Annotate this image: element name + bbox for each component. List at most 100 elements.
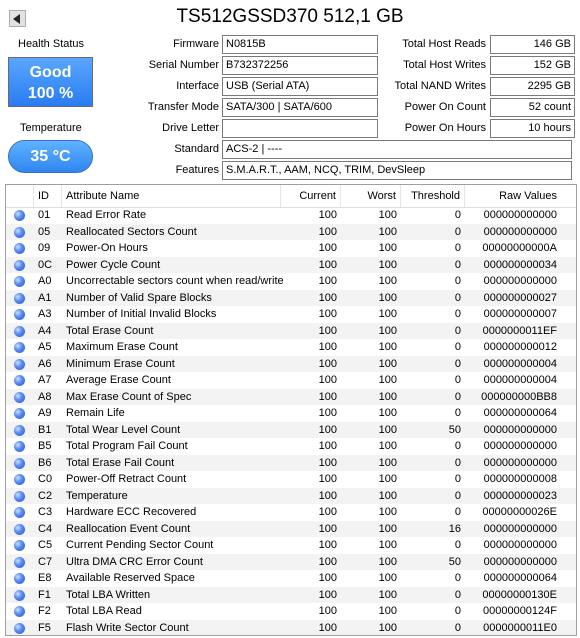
table-row[interactable]: A4 Total Erase Count 100 100 0 0000000011EF bbox=[6, 322, 576, 339]
attr-current: 100 bbox=[318, 275, 337, 287]
table-row[interactable]: C4 Reallocation Event Count 100 100 16 000000… bbox=[6, 520, 576, 537]
attr-threshold: 0 bbox=[454, 605, 461, 617]
attr-worst: 100 bbox=[378, 275, 397, 287]
attr-name: Total Wear Level Count bbox=[66, 423, 181, 436]
interface-field: USB (Serial ATA) bbox=[222, 77, 378, 96]
status-dot-icon bbox=[14, 556, 25, 568]
attr-current: 100 bbox=[318, 374, 337, 386]
table-row[interactable]: C3 Hardware ECC Recovered 100 100 0 000000000… bbox=[6, 504, 576, 521]
attr-raw: 00000000026E bbox=[482, 506, 557, 518]
attr-raw: 0000000011EF bbox=[482, 324, 557, 337]
table-row[interactable]: 09 Power-On Hours 100 100 0 00000000000A bbox=[6, 240, 576, 257]
attr-id: A7 bbox=[38, 374, 52, 386]
attr-raw: 00000000130E bbox=[482, 588, 557, 601]
attr-name: Maximum Erase Count bbox=[66, 341, 178, 353]
attr-worst: 100 bbox=[378, 291, 397, 304]
table-header: ID Attribute Name Current Worst Threshol… bbox=[6, 185, 576, 208]
header-current[interactable]: Current bbox=[281, 185, 341, 207]
attr-id: F2 bbox=[38, 605, 51, 617]
attr-threshold: 0 bbox=[454, 209, 461, 221]
temperature-badge[interactable]: 35 °C bbox=[8, 140, 93, 173]
table-row[interactable]: 05 Reallocated Sectors Count 100 100 0 000000… bbox=[6, 223, 576, 240]
attr-raw: 000000000007 bbox=[483, 308, 557, 320]
serial-number-label: Serial Number bbox=[148, 59, 219, 71]
attr-current: 100 bbox=[318, 555, 337, 568]
table-row[interactable]: C2 Temperature 100 100 0 000000000023 bbox=[6, 487, 576, 504]
attr-name: Total LBA Read bbox=[66, 605, 142, 617]
status-dot-icon bbox=[14, 507, 25, 518]
attr-name: Number of Initial Invalid Blocks bbox=[66, 308, 217, 320]
attr-name: Total Program Fail Count bbox=[66, 440, 188, 452]
table-row[interactable]: A1 Number of Valid Spare Blocks 100 100 0 000… bbox=[6, 289, 576, 306]
attr-raw: 00000000124F bbox=[482, 605, 557, 617]
table-row[interactable]: A5 Maximum Erase Count 100 100 0 000000000012 bbox=[6, 339, 576, 356]
table-row[interactable]: A0 Uncorrectable sectors count when read/… bbox=[6, 273, 576, 290]
drive-letter-label: Drive Letter bbox=[162, 122, 219, 134]
attr-id: 01 bbox=[38, 209, 51, 221]
attr-threshold: 16 bbox=[448, 522, 461, 535]
table-row[interactable]: F5 Flash Write Sector Count 100 100 0 0000000… bbox=[6, 619, 576, 635]
attr-name: Power Cycle Count bbox=[66, 258, 161, 271]
table-row[interactable]: B1 Total Wear Level Count 100 100 50 00000000… bbox=[6, 421, 576, 438]
attr-current: 100 bbox=[318, 621, 337, 634]
attr-name: Minimum Erase Count bbox=[66, 357, 175, 370]
table-row[interactable]: C0 Power-Off Retract Count 100 100 0 00000000… bbox=[6, 471, 576, 488]
attr-raw: 000000000012 bbox=[483, 341, 557, 353]
table-row[interactable]: 01 Read Error Rate 100 100 0 000000000000 bbox=[6, 207, 576, 224]
status-dot-icon bbox=[14, 358, 25, 370]
table-row[interactable]: A3 Number of Initial Invalid Blocks 100 100… bbox=[6, 306, 576, 323]
header-threshold[interactable]: Threshold bbox=[401, 185, 465, 207]
header-worst[interactable]: Worst bbox=[341, 185, 401, 207]
attr-worst: 100 bbox=[378, 374, 397, 386]
header-status[interactable] bbox=[6, 185, 34, 207]
table-row[interactable]: B6 Total Erase Fail Count 100 100 0 000000000… bbox=[6, 454, 576, 471]
table-row[interactable]: A6 Minimum Erase Count 100 100 0 000000000004 bbox=[6, 355, 576, 372]
table-row[interactable]: E8 Available Reserved Space 100 100 0 0000000… bbox=[6, 570, 576, 587]
status-dot-icon bbox=[14, 589, 25, 601]
header-id[interactable]: ID bbox=[34, 185, 62, 207]
attr-id: C2 bbox=[38, 489, 53, 502]
attr-threshold: 0 bbox=[454, 374, 461, 386]
table-row[interactable]: F1 Total LBA Written 100 100 0 00000000130E bbox=[6, 586, 576, 603]
attr-id: 05 bbox=[38, 225, 51, 238]
smart-attributes-table[interactable]: ID Attribute Name Current Worst Threshol… bbox=[5, 184, 577, 636]
attr-id: B1 bbox=[38, 423, 52, 436]
attr-threshold: 0 bbox=[454, 456, 461, 469]
table-row[interactable]: F2 Total LBA Read 100 100 0 00000000124F bbox=[6, 603, 576, 620]
total-host-reads-label: Total Host Reads bbox=[402, 38, 486, 50]
total-host-reads-field: 146 GB bbox=[490, 35, 575, 54]
attr-raw: 000000000000 bbox=[483, 423, 557, 436]
attr-raw: 000000000000 bbox=[483, 440, 557, 452]
attr-id: A9 bbox=[38, 407, 52, 419]
table-row[interactable]: 0C Power Cycle Count 100 100 0 000000000034 bbox=[6, 256, 576, 273]
attr-id: A4 bbox=[38, 324, 52, 337]
attr-threshold: 0 bbox=[454, 357, 461, 370]
attr-id: B6 bbox=[38, 456, 52, 469]
attr-raw: 000000000000 bbox=[483, 539, 557, 551]
attr-name: Total LBA Written bbox=[66, 588, 151, 601]
attr-name: Max Erase Count of Spec bbox=[66, 390, 192, 403]
attr-raw: 000000000000 bbox=[483, 555, 557, 568]
health-status-label: Health Status bbox=[18, 38, 85, 50]
table-body: 01 Read Error Rate 100 100 0 000000000000 05 Re… bbox=[6, 207, 576, 635]
attr-id: B5 bbox=[38, 440, 52, 452]
table-row[interactable]: A9 Remain Life 100 100 0 000000000064 bbox=[6, 405, 576, 422]
attr-name: Available Reserved Space bbox=[66, 572, 195, 584]
header-attribute-name[interactable]: Attribute Name bbox=[62, 185, 281, 207]
header-raw-values[interactable]: Raw Values bbox=[465, 185, 561, 207]
attr-worst: 100 bbox=[378, 308, 397, 320]
status-dot-icon bbox=[14, 606, 25, 617]
health-status-badge[interactable]: Good 100 % bbox=[8, 57, 93, 107]
status-dot-icon bbox=[14, 490, 25, 502]
attr-current: 100 bbox=[318, 225, 337, 238]
attr-raw: 0000000011E0 bbox=[483, 621, 557, 634]
table-row[interactable]: C5 Current Pending Sector Count 100 100 0 000… bbox=[6, 537, 576, 554]
disk-title: TS512GSSD370 512,1 GB bbox=[176, 6, 404, 27]
table-row[interactable]: A8 Max Erase Count of Spec 100 100 0 00000000… bbox=[6, 388, 576, 405]
table-row[interactable]: B5 Total Program Fail Count 100 100 0 0000000… bbox=[6, 438, 576, 455]
table-row[interactable]: A7 Average Erase Count 100 100 0 000000000004 bbox=[6, 372, 576, 389]
firmware-field: N0815B bbox=[222, 35, 378, 54]
table-row[interactable]: C7 Ultra DMA CRC Error Count 100 100 50 00000… bbox=[6, 553, 576, 570]
firmware-label: Firmware bbox=[173, 38, 219, 50]
attr-name: Total Erase Count bbox=[66, 324, 154, 337]
